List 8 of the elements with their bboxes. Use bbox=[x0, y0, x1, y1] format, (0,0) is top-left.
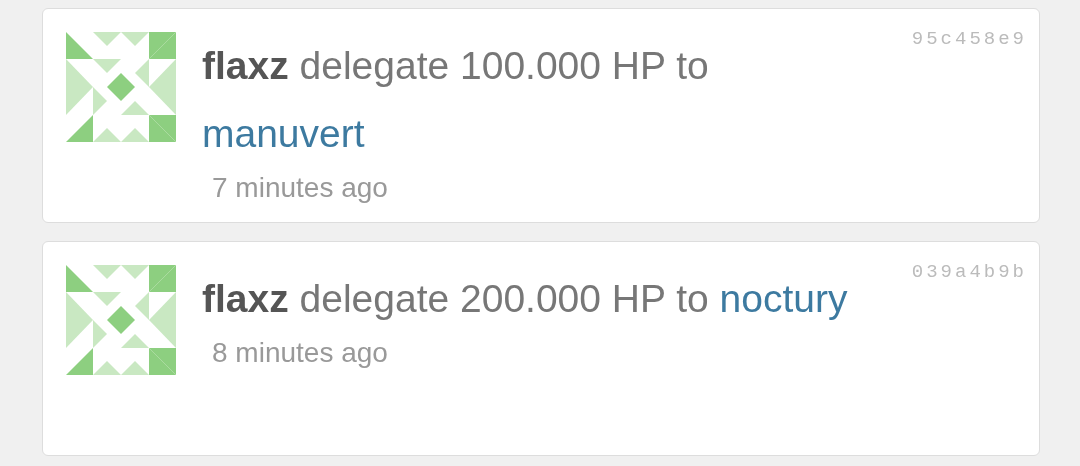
account-link[interactable]: noctury bbox=[719, 277, 848, 320]
timestamp: 8 minutes ago bbox=[212, 336, 389, 370]
timestamp: 7 minutes ago bbox=[212, 171, 389, 205]
transaction-hash: 95c458e9 bbox=[911, 27, 1027, 52]
operation-text: flaxz delegate 100.000 HP to manuvert bbox=[202, 43, 710, 157]
account-link[interactable]: manuvert bbox=[202, 112, 365, 155]
operation-text: flaxz delegate 200.000 HP to noctury bbox=[202, 276, 849, 322]
transaction-hash: 039a4b9b bbox=[911, 260, 1027, 285]
